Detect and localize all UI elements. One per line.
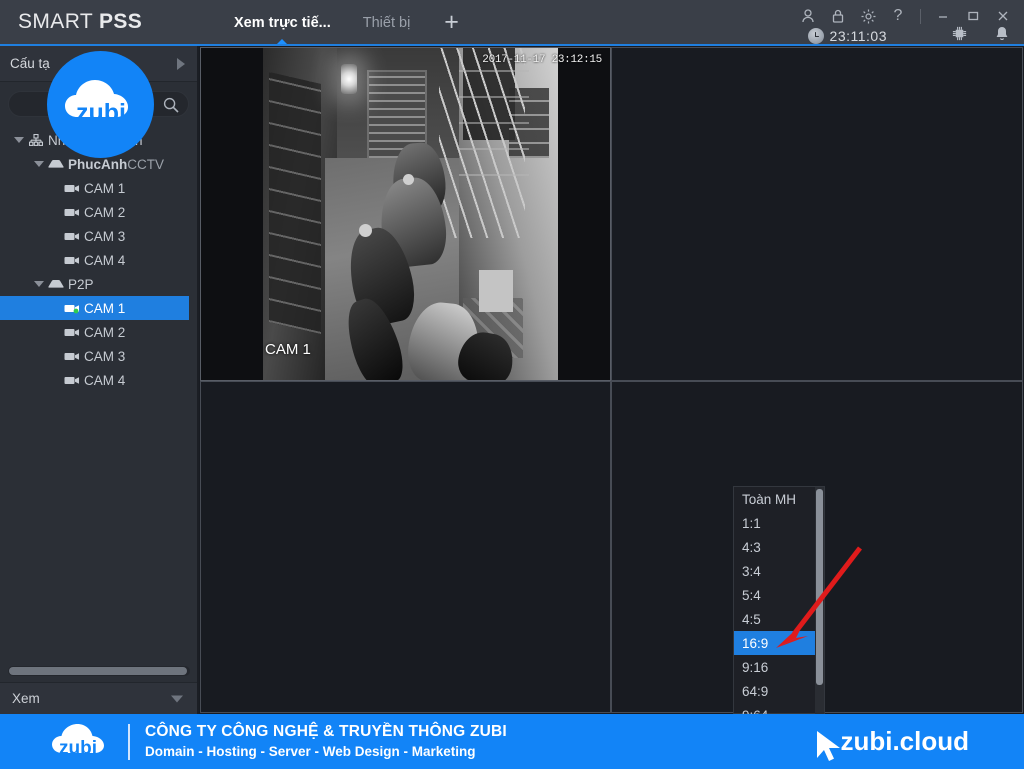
brand-second: PSS (98, 10, 143, 33)
device-tree: Nhóm Mặc định PhucAnhCCTV CAM 1 CAM (0, 126, 197, 392)
expand-arrow-icon[interactable] (12, 137, 26, 143)
expand-arrow-icon[interactable] (32, 281, 46, 287)
video-cell-2[interactable] (611, 47, 1023, 381)
tree-item-camera-selected[interactable]: CAM 1 (0, 296, 189, 320)
camera-icon (62, 351, 82, 362)
aspect-ratio-list: Toàn MH 1:1 4:3 3:4 5:4 4:5 16:9 9:16 64… (734, 487, 818, 715)
ratio-option-full-screen[interactable]: Toàn MH (734, 487, 818, 511)
tree-item-camera[interactable]: CAM 2 (0, 200, 197, 224)
video-camera-label: CAM 1 (265, 341, 311, 358)
tree-item-camera[interactable]: CAM 2 (0, 320, 197, 344)
scene-mirror (359, 224, 372, 237)
camera-icon (62, 183, 82, 194)
device-name-suffix: CCTV (127, 156, 164, 172)
banner-divider (128, 724, 130, 760)
tree-item-camera[interactable]: CAM 3 (0, 344, 197, 368)
banner-zubi-logo: zubi (52, 724, 104, 759)
ratio-option-4-3[interactable]: 4:3 (734, 535, 818, 559)
banner-zubi-wordmark: zubi (59, 738, 97, 759)
clock-time: 23:11:03 (829, 28, 887, 44)
expand-arrow-icon[interactable] (32, 161, 46, 167)
ratio-option-64-9[interactable]: 64:9 (734, 679, 818, 703)
aspect-ratio-dropdown[interactable]: Toàn MH 1:1 4:3 3:4 5:4 4:5 16:9 9:16 64… (733, 486, 825, 715)
device-name-bold: PhucAnh (68, 156, 128, 172)
ratio-option-4-5[interactable]: 4:5 (734, 607, 818, 631)
device-icon (46, 279, 66, 289)
tree-item-label: CAM 4 (84, 252, 126, 268)
tree-item-camera[interactable]: CAM 1 (0, 176, 197, 200)
brand-first: SMART (18, 10, 99, 33)
video-cell-1[interactable]: 2017-11-17 23:12:15 CAM 1 (200, 47, 611, 381)
ratio-option-3-4[interactable]: 3:4 (734, 559, 818, 583)
scrollbar-thumb[interactable] (9, 667, 187, 675)
sidebar-footer-dropdown[interactable]: Xem (0, 682, 197, 714)
ratio-option-9-16[interactable]: 9:16 (734, 655, 818, 679)
camera-icon (62, 327, 82, 338)
tree-item-label: CAM 1 (84, 180, 126, 196)
tree-item-label: CAM 4 (84, 372, 126, 388)
banner-company-name: CÔNG TY CÔNG NGHỆ & TRUYỀN THÔNG ZUBI (145, 723, 507, 740)
scene-left-window (269, 71, 321, 335)
ratio-option-5-4[interactable]: 5:4 (734, 583, 818, 607)
tree-item-label: CAM 2 (84, 324, 126, 340)
tab-live-view[interactable]: Xem trực tiế... (218, 0, 347, 45)
sidebar-footer-label: Xem (12, 691, 40, 706)
tree-item-camera[interactable]: CAM 4 (0, 248, 197, 272)
tab-devices-label: Thiết bị (362, 14, 411, 31)
org-icon (26, 133, 46, 147)
banner-services: Domain - Hosting - Server - Web Design -… (145, 744, 476, 759)
chevron-down-icon[interactable] (171, 695, 183, 702)
add-tab-button[interactable]: + (426, 0, 477, 45)
titlebar-divider (920, 8, 921, 24)
cctv-image (263, 48, 558, 380)
bottom-banner: zubi CÔNG TY CÔNG NGHỆ & TRUYỀN THÔNG ZU… (0, 714, 1024, 769)
clock-icon (807, 28, 824, 44)
camera-online-icon (62, 303, 82, 314)
camera-icon (62, 231, 82, 242)
tree-item-label: PhucAnhCCTV (66, 157, 164, 172)
tab-bar: Xem trực tiế... Thiết bị + (218, 0, 477, 45)
scene-lamp (341, 64, 357, 94)
tree-item-label: P2P (68, 276, 94, 292)
dropdown-scrollbar-thumb[interactable] (816, 489, 823, 685)
video-cell-3[interactable] (200, 381, 611, 713)
smart-pss-window: SMART PSS Xem trực tiế... Thiết bị + ? 2… (0, 0, 1024, 769)
scene-mirror (403, 174, 414, 185)
ratio-option-1-1[interactable]: 1:1 (734, 511, 818, 535)
tree-item-label: CAM 3 (84, 348, 126, 364)
sidebar-horizontal-scrollbar[interactable] (8, 666, 190, 676)
tree-item-device-p2p[interactable]: P2P (0, 272, 197, 296)
ratio-option-16-9[interactable]: 16:9 (734, 631, 818, 655)
video-feed-1[interactable]: 2017-11-17 23:12:15 CAM 1 (201, 48, 610, 380)
tree-item-label: CAM 3 (84, 228, 126, 244)
sidebar-header-label: Cấu tạ (10, 56, 50, 71)
title-bar: SMART PSS Xem trực tiế... Thiết bị + ? 2… (0, 0, 1024, 45)
app-logo: SMART PSS (18, 10, 142, 34)
zubi-wordmark: zubi (76, 99, 126, 127)
dropdown-scrollbar[interactable] (815, 487, 824, 715)
tree-item-label: CAM 2 (84, 204, 126, 220)
scene-rails-cross (459, 56, 529, 176)
video-grid: 2017-11-17 23:12:15 CAM 1 (199, 46, 1024, 714)
tree-item-label: CAM 1 (84, 300, 126, 316)
tree-item-camera[interactable]: CAM 4 (0, 368, 197, 392)
tab-live-view-label: Xem trực tiế... (234, 14, 331, 31)
collapse-arrow-icon[interactable] (177, 57, 185, 70)
scene-box (479, 270, 513, 312)
device-icon (46, 159, 66, 169)
tab-devices[interactable]: Thiết bị (347, 0, 427, 45)
video-grid-area: 2017-11-17 23:12:15 CAM 1 (199, 46, 1024, 714)
zubi-watermark-logo: zubi (47, 51, 154, 158)
camera-icon (62, 255, 82, 266)
zubi-cloud-mark: zubi (64, 79, 128, 127)
camera-icon (62, 207, 82, 218)
camera-icon (62, 375, 82, 386)
banner-site-url: zubi.cloud (840, 726, 969, 756)
tree-item-camera[interactable]: CAM 3 (0, 224, 197, 248)
search-icon[interactable] (162, 96, 180, 119)
video-timestamp: 2017-11-17 23:12:15 (482, 54, 602, 66)
